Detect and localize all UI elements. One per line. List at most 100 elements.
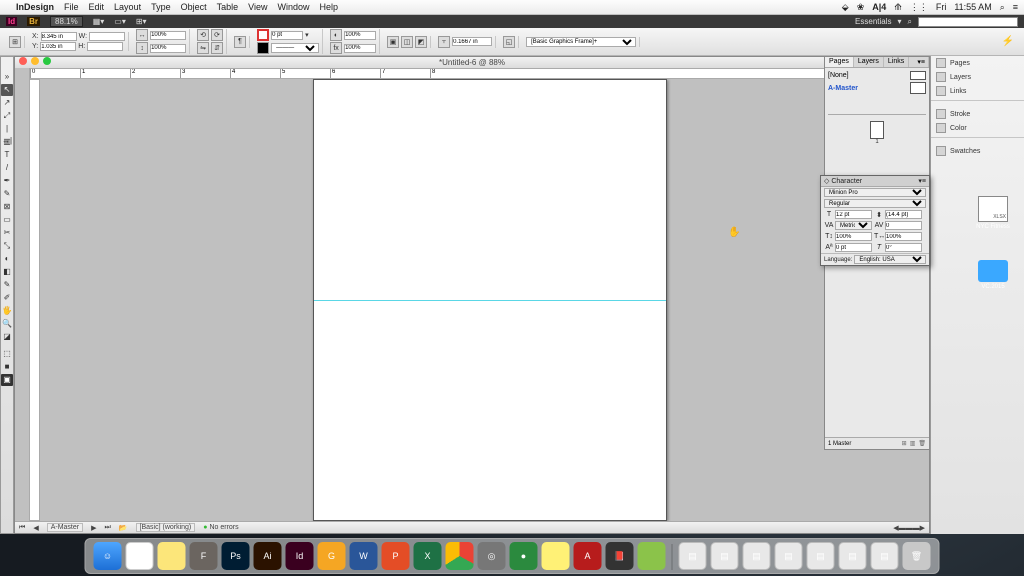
ref-point-icon[interactable]: ⊞ <box>9 36 21 48</box>
close-button[interactable] <box>19 57 27 65</box>
rotate-ccw-icon[interactable]: ⟳ <box>211 29 223 41</box>
menu-help[interactable]: Help <box>320 2 339 12</box>
dock-app-gray[interactable]: ◎ <box>478 542 506 570</box>
new-page-icon[interactable]: ▥ <box>910 440 916 447</box>
eyedropper-tool[interactable]: ✐ <box>1 292 13 304</box>
menu-type[interactable]: Type <box>151 2 171 12</box>
free-transform-tool[interactable]: ⤡ <box>1 240 13 252</box>
screen-mode-tool[interactable]: ▣ <box>1 374 13 386</box>
preflight-profile[interactable]: [Basic] (working) <box>136 523 196 532</box>
page-nav-prev-icon[interactable]: ◀ <box>33 524 38 532</box>
object-style-select[interactable]: [Basic Graphics Frame]+ <box>526 37 636 47</box>
bridge-icon[interactable]: Br <box>27 17 40 26</box>
dock-app-green[interactable]: ● <box>510 542 538 570</box>
menu-view[interactable]: View <box>248 2 267 12</box>
page[interactable] <box>313 79 667 521</box>
horizontal-guide[interactable] <box>314 300 666 301</box>
gap-field[interactable] <box>452 37 492 46</box>
kerning-select[interactable]: Metrics <box>835 221 872 230</box>
master-a[interactable]: A-Master <box>828 85 858 92</box>
page-nav-last-icon[interactable]: ⏭ <box>105 524 111 532</box>
pencil-tool[interactable]: ✎ <box>1 188 13 200</box>
arrange-icon[interactable]: ⊞▾ <box>136 17 147 26</box>
note-tool[interactable]: ✎ <box>1 279 13 291</box>
control-panel-expand-icon[interactable]: ⚡ <box>1002 36 1018 47</box>
line-tool[interactable]: / <box>1 162 13 174</box>
menu-file[interactable]: File <box>64 2 79 12</box>
w-field[interactable] <box>89 32 125 41</box>
wrap-none-icon[interactable]: ▣ <box>387 36 399 48</box>
font-family-select[interactable]: Minion Pro <box>824 188 926 197</box>
selection-tool[interactable]: ↖ <box>1 84 13 96</box>
dock-stack-3[interactable]: ▤ <box>743 542 771 570</box>
stroke-weight-field[interactable] <box>271 31 303 40</box>
dock-notes[interactable] <box>158 542 186 570</box>
menu-table[interactable]: Table <box>217 2 239 12</box>
page-tool[interactable]: ⤢ <box>1 110 13 122</box>
x-field[interactable] <box>41 32 77 41</box>
notification-center-icon[interactable]: ≡ <box>1013 2 1018 12</box>
zoom-tool[interactable]: 🔍 <box>1 318 13 330</box>
vertical-ruler[interactable] <box>29 79 40 521</box>
master-none[interactable]: [None] <box>828 72 849 79</box>
master-a-thumb[interactable] <box>910 82 926 94</box>
dock-trash[interactable]: 🗑 <box>903 542 931 570</box>
clock-day[interactable]: Fri <box>936 2 947 12</box>
direct-selection-tool[interactable]: ↗ <box>1 97 13 109</box>
content-collector-tool[interactable]: ▥ <box>1 136 13 148</box>
tab-layers[interactable]: Layers <box>854 57 884 67</box>
vscale-field[interactable] <box>835 232 872 241</box>
app-menu[interactable]: InDesign <box>16 2 54 12</box>
flip-v-icon[interactable]: ⇵ <box>211 42 223 54</box>
leading-field[interactable] <box>885 210 922 219</box>
delete-page-icon[interactable]: 🗑 <box>918 440 926 447</box>
dock-stack-7[interactable]: ▤ <box>871 542 899 570</box>
rectangle-frame-tool[interactable]: ⊠ <box>1 201 13 213</box>
id-app-icon[interactable]: Id <box>6 17 17 26</box>
gap-tool[interactable]: |↔| <box>1 123 13 135</box>
dock-grab[interactable]: G <box>318 542 346 570</box>
h-field[interactable] <box>87 42 123 51</box>
stroke-style-select[interactable]: ——— <box>271 43 319 53</box>
maximize-button[interactable] <box>43 57 51 65</box>
dock-chrome[interactable] <box>446 542 474 570</box>
page-selector[interactable]: A-Master <box>47 523 83 532</box>
menu-object[interactable]: Object <box>181 2 207 12</box>
desktop-file-2-icon[interactable]: XLSX <box>978 196 1008 222</box>
scale-x-field[interactable] <box>150 31 186 40</box>
dropbox-icon[interactable]: ⬙ <box>842 2 849 13</box>
wrap-shape-icon[interactable]: ◩ <box>415 36 427 48</box>
menu-window[interactable]: Window <box>277 2 309 12</box>
zoom-level[interactable]: 88.1% <box>50 16 83 27</box>
rotate-icon[interactable]: ⟲ <box>197 29 209 41</box>
dock-stack-2[interactable]: ▤ <box>711 542 739 570</box>
dock-indesign[interactable]: Id <box>286 542 314 570</box>
desktop-folder-icon[interactable] <box>978 260 1008 282</box>
fill-swatch-icon[interactable] <box>257 29 269 41</box>
workspace-switcher[interactable]: Essentials <box>855 17 891 26</box>
effects-icon[interactable]: fx <box>330 42 342 54</box>
language-select[interactable]: English: USA <box>854 255 926 264</box>
cc-status-icon[interactable]: ❀ <box>857 2 865 13</box>
corner-icon[interactable]: ◱ <box>503 36 515 48</box>
dock-layers[interactable]: Layers <box>931 70 1024 84</box>
screen-mode-icon[interactable]: ▭▾ <box>114 17 126 26</box>
menu-edit[interactable]: Edit <box>89 2 105 12</box>
dock-app-p[interactable]: P <box>382 542 410 570</box>
collapse-icon[interactable]: » <box>1 71 13 83</box>
dock-swatches[interactable]: Swatches <box>931 144 1024 158</box>
edit-page-size-icon[interactable]: ⊞ <box>902 440 907 447</box>
dock-illustrator[interactable]: Ai <box>254 542 282 570</box>
spotlight-icon[interactable]: ⌕ <box>1000 2 1005 13</box>
dock-color[interactable]: Color <box>931 121 1024 135</box>
view-options-icon[interactable]: ▦▾ <box>93 17 105 26</box>
dock-calendar[interactable]: 6 <box>126 542 154 570</box>
wrap-bound-icon[interactable]: ◫ <box>401 36 413 48</box>
gradient-swatch-tool[interactable]: ◐ <box>1 253 13 265</box>
y-field[interactable] <box>40 42 76 51</box>
minimize-button[interactable] <box>31 57 39 65</box>
horizontal-ruler[interactable]: 012345678 <box>29 68 919 79</box>
page-1-thumb[interactable] <box>870 121 884 139</box>
scrollbar-h[interactable]: ◀▬▬▬▶ <box>893 524 925 532</box>
opacity-field[interactable] <box>344 31 376 40</box>
